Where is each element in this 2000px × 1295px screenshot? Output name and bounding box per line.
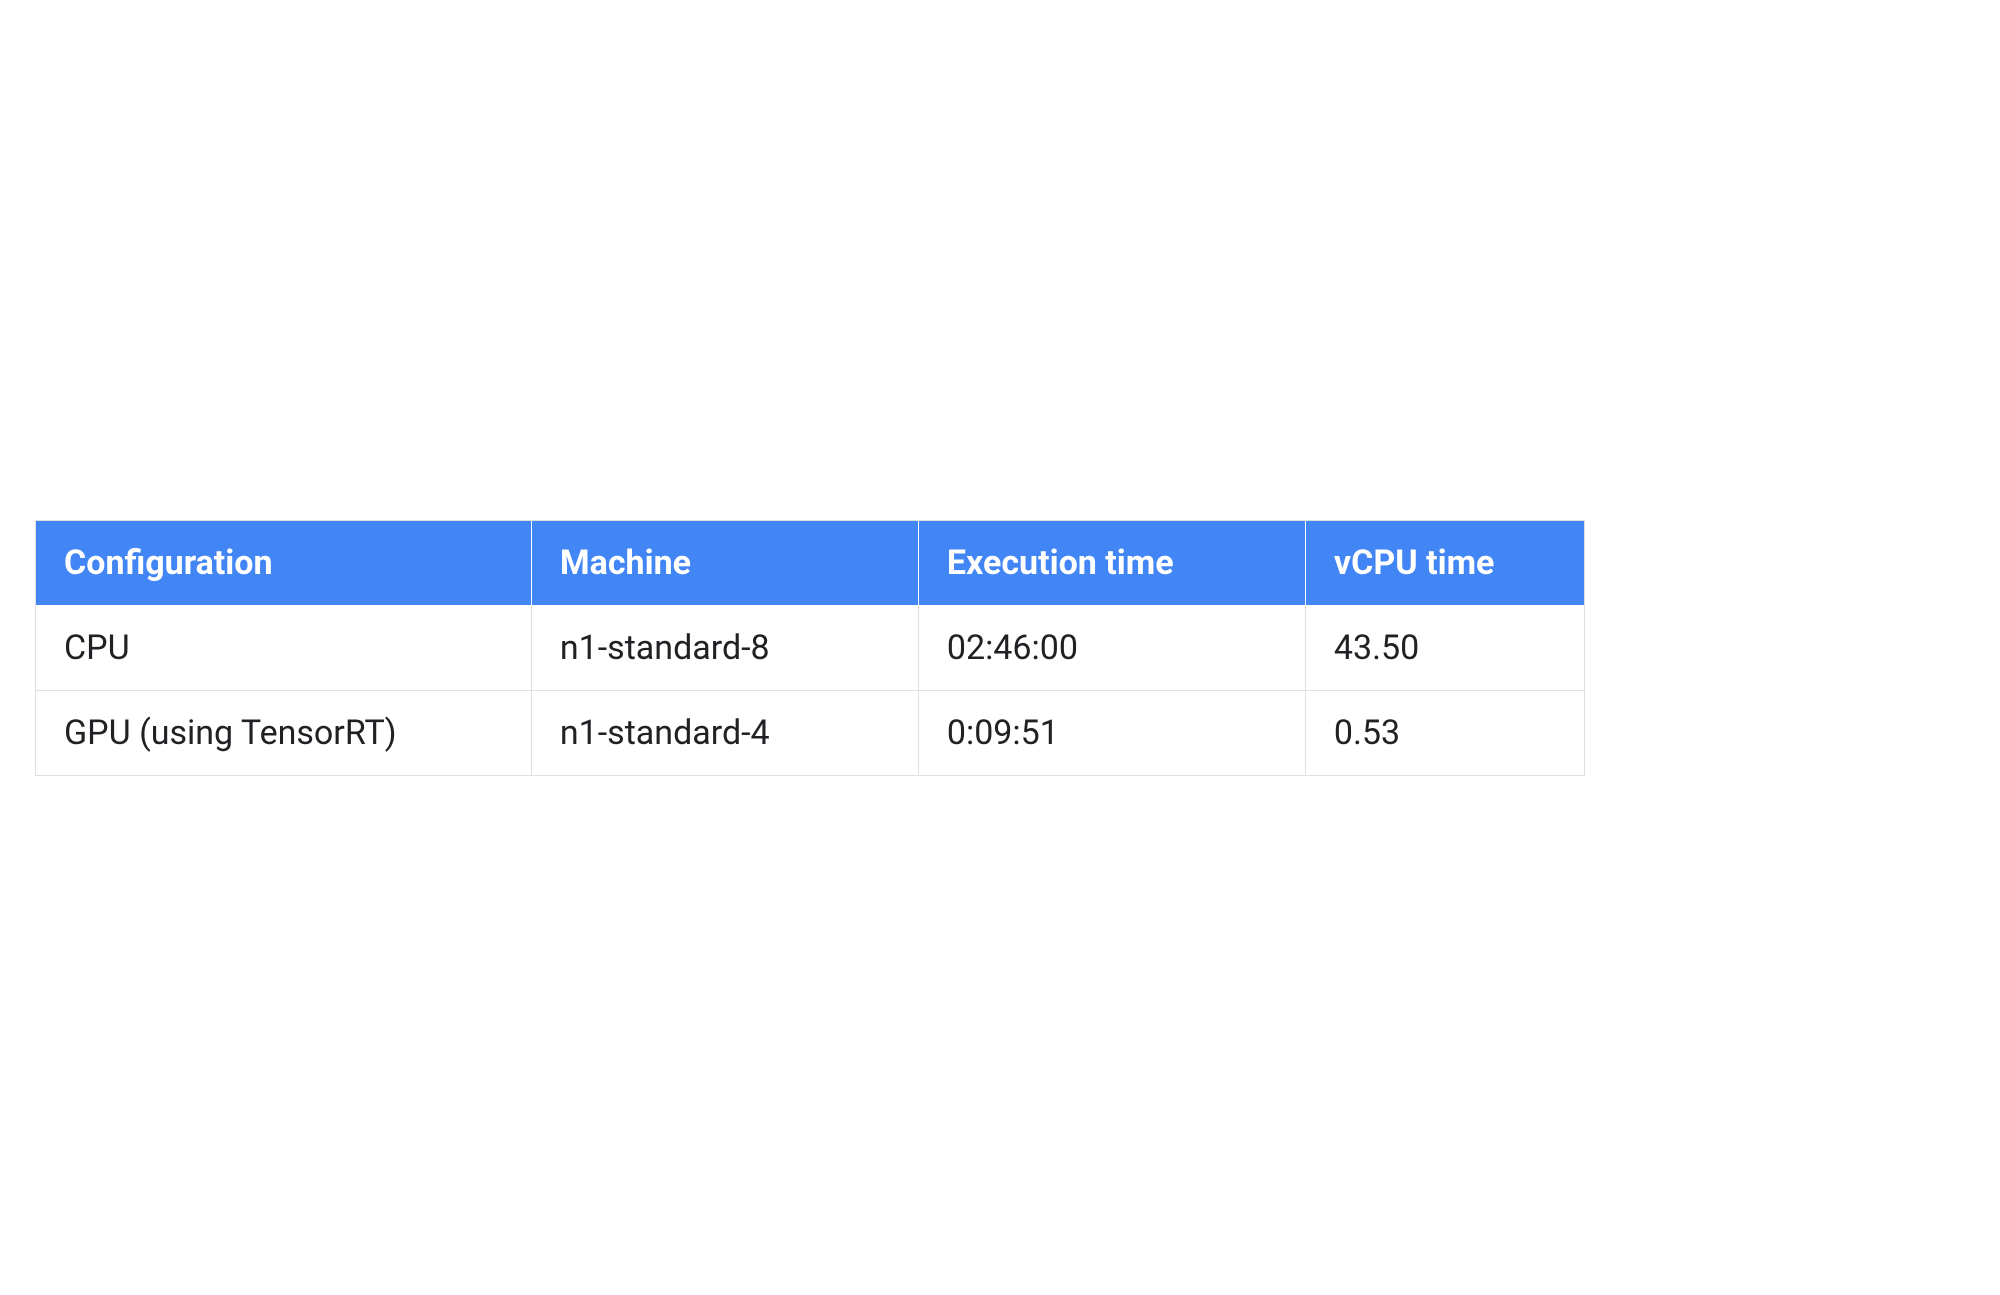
cell-configuration: CPU [36, 605, 531, 690]
table-row: CPU n1-standard-8 02:46:00 43.50 [36, 605, 1584, 690]
header-configuration: Configuration [36, 521, 531, 606]
benchmark-table: Configuration Machine Execution time vCP… [36, 521, 1584, 775]
header-vcpu-time: vCPU time [1305, 521, 1584, 606]
cell-configuration: GPU (using TensorRT) [36, 690, 531, 775]
cell-vcpu-time: 0.53 [1305, 690, 1584, 775]
benchmark-table-container: Configuration Machine Execution time vCP… [35, 520, 1585, 776]
table-header-row: Configuration Machine Execution time vCP… [36, 521, 1584, 606]
cell-machine: n1-standard-4 [531, 690, 918, 775]
cell-execution-time: 0:09:51 [918, 690, 1305, 775]
header-machine: Machine [531, 521, 918, 606]
header-execution-time: Execution time [918, 521, 1305, 606]
table-row: GPU (using TensorRT) n1-standard-4 0:09:… [36, 690, 1584, 775]
cell-vcpu-time: 43.50 [1305, 605, 1584, 690]
cell-machine: n1-standard-8 [531, 605, 918, 690]
cell-execution-time: 02:46:00 [918, 605, 1305, 690]
